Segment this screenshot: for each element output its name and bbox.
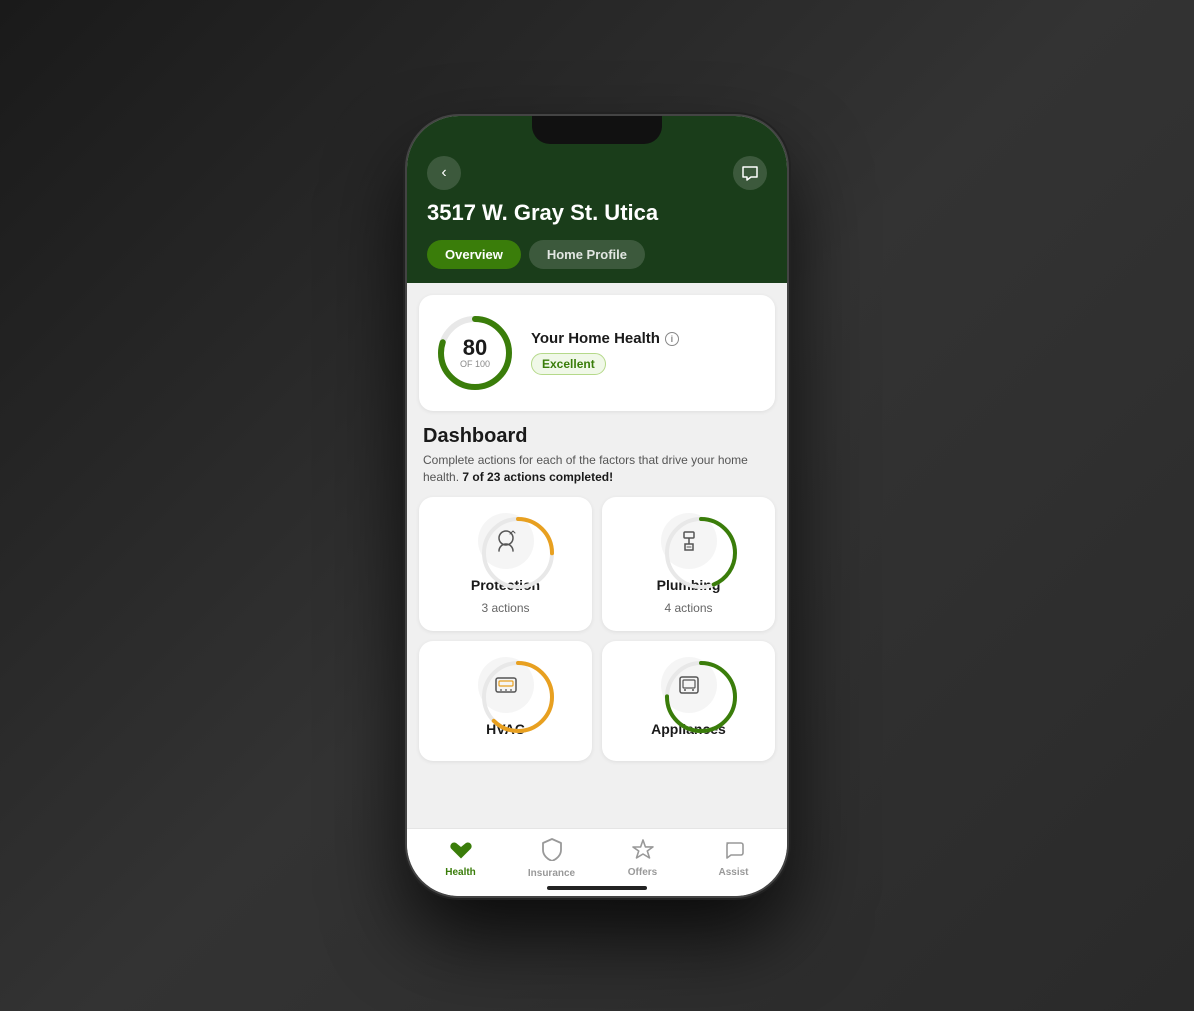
card-plumbing[interactable]: Plumbing 4 actions bbox=[602, 497, 775, 631]
plumbing-actions: 4 actions bbox=[664, 601, 712, 615]
hvac-icon-circle bbox=[478, 657, 534, 713]
health-icon bbox=[449, 838, 473, 864]
nav-offers[interactable]: Offers bbox=[597, 838, 688, 878]
content-area: 80 OF 100 Your Home Health i Excellent bbox=[407, 283, 787, 851]
insurance-icon bbox=[541, 837, 563, 865]
card-protection[interactable]: Protection 3 actions bbox=[419, 497, 592, 631]
excellent-badge: Excellent bbox=[531, 353, 606, 375]
protection-actions: 3 actions bbox=[481, 601, 529, 615]
health-info: Your Home Health i Excellent bbox=[531, 330, 759, 375]
dashboard-grid: Protection 3 actions bbox=[419, 497, 775, 761]
nav-health-label: Health bbox=[445, 867, 476, 878]
nav-offers-label: Offers bbox=[628, 867, 657, 878]
tab-home-profile[interactable]: Home Profile bbox=[529, 240, 645, 269]
appliances-icon-circle bbox=[661, 657, 717, 713]
health-score-card: 80 OF 100 Your Home Health i Excellent bbox=[419, 295, 775, 411]
back-button[interactable]: ‹ bbox=[427, 156, 461, 190]
health-title: Your Home Health i bbox=[531, 330, 759, 347]
dashboard-section: Dashboard Complete actions for each of t… bbox=[419, 425, 775, 486]
card-appliances[interactable]: Appliances bbox=[602, 641, 775, 761]
phone-frame: ‹ 3517 W. Gray St. Utica Overview Home P… bbox=[407, 116, 787, 896]
header-top-row: ‹ bbox=[427, 156, 767, 190]
assist-icon bbox=[723, 838, 745, 864]
nav-assist-label: Assist bbox=[718, 867, 748, 878]
scene: ‹ 3517 W. Gray St. Utica Overview Home P… bbox=[0, 0, 1194, 1011]
nav-health[interactable]: Health bbox=[415, 838, 506, 878]
phone-wrapper: ‹ 3517 W. Gray St. Utica Overview Home P… bbox=[407, 116, 787, 896]
info-icon[interactable]: i bbox=[665, 332, 679, 346]
protection-icon-circle bbox=[478, 513, 534, 569]
chat-button[interactable] bbox=[733, 156, 767, 190]
actions-completed: 7 of 23 actions completed! bbox=[462, 470, 613, 484]
address-title: 3517 W. Gray St. Utica bbox=[427, 200, 767, 226]
screen: ‹ 3517 W. Gray St. Utica Overview Home P… bbox=[407, 116, 787, 896]
home-indicator bbox=[547, 886, 647, 890]
plumbing-icon-circle bbox=[661, 513, 717, 569]
nav-assist[interactable]: Assist bbox=[688, 838, 779, 878]
dashboard-title: Dashboard bbox=[423, 425, 771, 448]
nav-insurance[interactable]: Insurance bbox=[506, 837, 597, 879]
tabs-row: Overview Home Profile bbox=[427, 240, 767, 283]
notch bbox=[532, 116, 662, 144]
health-ring: 80 OF 100 bbox=[435, 313, 515, 393]
score-of: OF 100 bbox=[460, 359, 490, 369]
tab-overview[interactable]: Overview bbox=[427, 240, 521, 269]
offers-icon bbox=[632, 838, 654, 864]
score-value: 80 bbox=[460, 337, 490, 359]
dashboard-desc: Complete actions for each of the factors… bbox=[423, 452, 771, 486]
nav-insurance-label: Insurance bbox=[528, 868, 575, 879]
card-hvac[interactable]: HVAC bbox=[419, 641, 592, 761]
ring-text: 80 OF 100 bbox=[460, 337, 490, 369]
